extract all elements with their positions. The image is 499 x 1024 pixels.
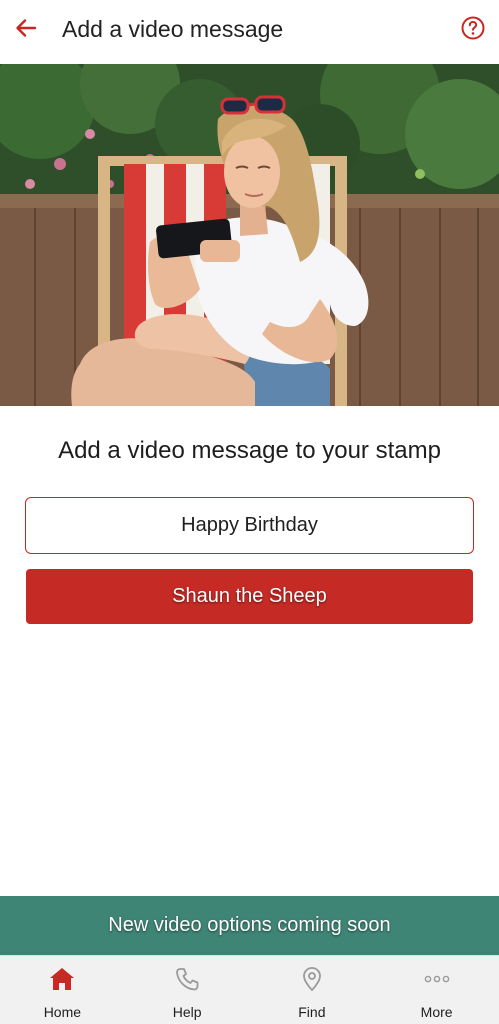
home-icon	[47, 964, 77, 994]
nav-label-help: Help	[172, 1004, 202, 1020]
help-button[interactable]	[459, 16, 487, 44]
nav-label-home: Home	[43, 1004, 82, 1020]
back-button[interactable]	[10, 14, 42, 46]
happy-birthday-option-button[interactable]: Happy Birthday	[25, 497, 474, 554]
question-circle-icon	[460, 15, 486, 46]
nav-item-home[interactable]: Home	[0, 956, 125, 1024]
section-heading: Add a video message to your stamp	[58, 437, 441, 464]
bottom-navigation: Home Help Find More	[0, 955, 499, 1024]
nav-label-more: More	[420, 1004, 453, 1020]
arrow-left-icon	[14, 16, 38, 45]
coming-soon-text: New video options coming soon	[108, 914, 391, 936]
hero-image	[0, 64, 499, 406]
more-dots-icon	[422, 964, 452, 994]
shaun-the-sheep-option-button[interactable]: Shaun the Sheep	[26, 569, 473, 624]
location-pin-icon	[297, 964, 327, 994]
happy-birthday-option-label: Happy Birthday	[181, 514, 318, 536]
coming-soon-banner: New video options coming soon	[0, 896, 499, 955]
shaun-the-sheep-option-label: Shaun the Sheep	[172, 585, 327, 607]
phone-icon	[172, 964, 202, 994]
nav-item-find[interactable]: Find	[250, 956, 375, 1024]
nav-label-find: Find	[298, 1004, 326, 1020]
nav-item-more[interactable]: More	[374, 956, 499, 1024]
page-title: Add a video message	[62, 16, 284, 42]
top-app-bar: Add a video message	[0, 0, 499, 64]
nav-item-help[interactable]: Help	[125, 956, 250, 1024]
